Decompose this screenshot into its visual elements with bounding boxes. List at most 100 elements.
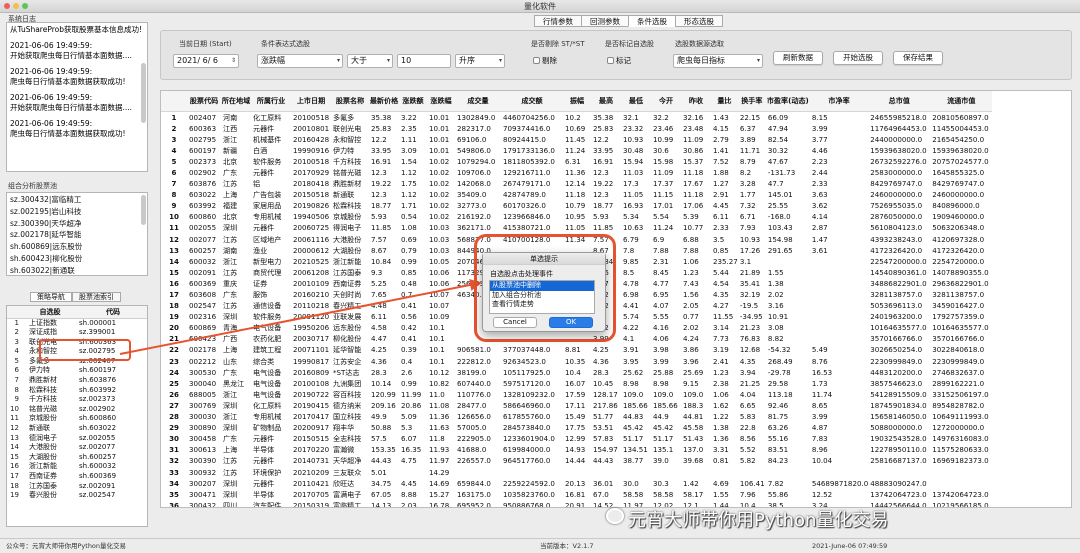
watchlist-row[interactable]: 12 新通联 sh.603022 [7,424,147,434]
table-row[interactable]: 6 002902 广东 元器件 20170929 铭普光磁 12.3 1.12 10.02 109… [161,167,992,178]
watchlist-row[interactable]: 3 联创光电 sh.600363 [7,338,147,348]
cancel-button[interactable]: Cancel [493,317,537,328]
table-cell: 11455004453.0 [932,123,989,133]
table-row[interactable]: 28 300030 浙江 专用机械 20170417 国立科技 49.9 5.09 11.36 1… [161,411,992,422]
group-pool-item[interactable]: sz.300432|富临精工 [10,194,144,206]
watchlist-row[interactable]: 18 江苏国泰 sz.002091 [7,482,147,492]
mark-favorites-checkbox[interactable]: 标记 [607,55,631,66]
watchlist-row[interactable]: 4 永和智控 sz.002795 [7,347,147,357]
table-row[interactable]: 30 300458 广东 元器件 20150515 全志科技 57.5 6.07 11.8 222… [161,433,992,444]
table-row[interactable]: 24 300530 广东 电气设备 20160809 *ST达志 28.3 2.6 10.12 3… [161,367,992,378]
refresh-data-button[interactable]: 刷新数据 [773,51,823,65]
sort-order-select[interactable]: 升序 ▾ [455,54,505,68]
start-date-picker[interactable]: 2021/ 6/ 6 ⇕ [173,54,239,68]
watchlist-row[interactable]: 14 大港股份 sz.002077 [7,443,147,453]
tab-pattern-select[interactable]: 形态选股 [675,15,723,27]
dialog-option[interactable]: 从股票池中删除 [490,281,594,291]
table-cell: 10.01 [429,134,450,144]
table-cell: 区域地产 [253,234,282,244]
table-row[interactable]: 26 688005 浙江 电气设备 20190722 容百科技 120.99 11.99 11.… [161,389,992,400]
row-number: 26 [169,389,179,399]
table-row[interactable]: 9 603992 福建 家居用品 20190826 松霖科技 18.77 1.71 10.02 3… [161,200,992,211]
table-cell: 1.08 [401,223,417,233]
group-pool-list[interactable]: sz.300432|富临精工 sz.002195|岩山科技 sz.300390|天华… [6,192,148,276]
group-pool-item[interactable]: sh.600423|柳化股份 [10,253,144,265]
watchlist-row[interactable]: 13 德润电子 sz.002055 [7,434,147,444]
tab-stock-pool-index[interactable]: 股票池索引 [72,292,121,302]
table-row[interactable]: 10 600860 北京 专用机械 19940506 京城股份 5.93 0.54 10.02 2… [161,211,992,222]
start-selection-button[interactable]: 开始选股 [833,51,883,65]
zoom-window-icon[interactable] [22,3,28,9]
table-row[interactable]: 7 603876 江苏 铝 20180418 鼎胜新材 19.22 1.75 10.02 1420… [161,178,992,189]
tab-quote-params[interactable]: 行情参数 [534,15,582,27]
watchlist-row[interactable]: 8 松霖科技 sh.603992 [7,386,147,396]
system-log[interactable]: 从TuShareProb获取股票基本信息成功! 2021-06-06 19:49:… [6,22,148,172]
table-cell: 21.89 [739,267,761,277]
table-cell: 0.42 [401,323,417,333]
watchlist-row[interactable]: 9 千方科技 sz.002373 [7,395,147,405]
table-row[interactable]: 25 300040 黑龙江 电气设备 20100108 九洲集团 10.14 0.99 10.8… [161,378,992,389]
group-scrollbar[interactable] [141,195,146,225]
save-results-button[interactable]: 保存结果 [893,51,943,65]
table-cell: 3.77 [811,134,828,144]
ok-button[interactable]: OK [549,317,593,328]
st-exclude-checkbox[interactable]: 剔除 [533,55,557,66]
watchlist-row[interactable]: 15 大湖股份 sh.600257 [7,453,147,463]
watchlist-row[interactable]: 6 伊力特 sh.600197 [7,366,147,376]
table-row[interactable]: 22 002178 上海 建筑工程 20071101 延华智能 4.25 0.39 10.1 90… [161,344,992,355]
group-pool-item[interactable]: sz.002178|延华智能 [10,229,144,241]
table-row[interactable]: 23 002212 山东 综合类 19990817 江苏安企 4.36 0.4 10.1 2228… [161,356,992,367]
table-cell: 57.5 [371,434,387,444]
table-row[interactable]: 2 600363 江西 元器件 20010801 联创光电 25.83 2.35 10.01 28… [161,123,992,134]
table-cell: 20010109 [293,278,330,288]
dialog-option[interactable]: 加入组合分析池 [490,291,594,301]
dialog-options-list[interactable]: 从股票池中删除 加入组合分析池 查看行情走势 [489,280,595,314]
tab-condition-select[interactable]: 条件选股 [628,15,676,27]
minimize-window-icon[interactable] [13,3,19,9]
watchlist-code: sz.002091 [79,481,116,490]
table-cell: 浙江 [223,412,238,422]
table-row[interactable]: 29 300890 深圳 矿物制品 20200917 翔丰华 50.88 5.3 11.63 57… [161,422,992,433]
table-cell: 深圳 [223,478,238,488]
watchlist-row[interactable]: 2 深证成指 sz.399001 [7,328,147,338]
watchlist-row[interactable]: 11 京城股份 sh.600860 [7,414,147,424]
table-cell: 新型电力 [253,256,282,266]
data-source-select[interactable]: 爬虫每日指标 ▾ [673,54,763,68]
group-pool-item[interactable]: sz.002195|岩山科技 [10,206,144,218]
group-pool-item[interactable]: sh.603022|新通联 [10,265,144,275]
dialog-option[interactable]: 查看行情走势 [490,300,594,310]
table-cell: 3.98 [653,345,669,355]
watchlist-row[interactable]: 10 铭普光磁 sz.002902 [7,405,147,415]
watchlist-row[interactable]: 5 多氟多 sz.002407 [7,357,147,367]
table-row[interactable]: 1 002407 河南 化工原料 20100518 多氟多 35.38 3.22 10.01 13… [161,111,992,123]
window-controls[interactable] [4,3,28,9]
close-window-icon[interactable] [4,3,10,9]
table-row[interactable]: 31 300613 上海 半导体 20170220 富瀚微 153.35 16.35 11.93… [161,444,992,455]
watchlist-row[interactable]: 17 西南证券 sh.600369 [7,472,147,482]
group-pool-item[interactable]: sh.600869|远东股份 [10,241,144,253]
table-cell: 16.81 [565,489,586,499]
watchlist-row[interactable]: 1 上证指数 sh.000001 [7,318,147,328]
table-row[interactable]: 34 300207 深圳 元器件 20110421 欣旺达 34.75 4.45 14.69 65… [161,478,992,489]
table-cell: 江苏安企 [333,356,362,366]
condition-operator-select[interactable]: 大于 ▾ [347,54,393,68]
table-row[interactable]: 5 002373 北京 软件服务 20100518 千方科技 16.91 1.54 10.02 1… [161,156,992,167]
condition-value-input[interactable]: 10 [397,54,451,68]
table-row[interactable]: 8 603022 上海 广告包装 20150518 新通联 12.3 1.12 10.02 354… [161,189,992,200]
tab-strategy-nav[interactable]: 策略导航 [30,292,72,302]
table-row[interactable]: 3 002795 浙江 机械基件 20160428 永和智控 12.2 1.11 10.01 69… [161,134,992,145]
watchlist-row[interactable]: 7 鼎胜新材 sh.603876 [7,376,147,386]
log-scrollbar[interactable] [141,63,146,123]
group-pool-item[interactable]: sz.300390|天华超净 [10,218,144,230]
watchlist-row[interactable]: 16 浙江新能 sh.600032 [7,462,147,472]
table-row[interactable]: 4 600197 新疆 白酒 19990916 伊力特 33.95 3.09 10.01 5498… [161,145,992,156]
condition-field-select[interactable]: 涨跌幅 ▾ [257,54,343,68]
table-cell: 8.76 [811,356,828,366]
watchlist-row[interactable]: 19 春兴股份 sz.002547 [7,491,147,501]
table-row[interactable]: 33 300932 江苏 环境保护 20210209 三友联众 5.01 14.29 [161,467,992,478]
tab-backtest-params[interactable]: 回测参数 [581,15,629,27]
table-row[interactable]: 11 002055 深圳 元器件 20060725 得润电子 11.85 1.08 10.03 3… [161,222,992,233]
table-row[interactable]: 32 300390 江苏 元器件 20140731 天华超净 44.43 4.75 11.97 2… [161,455,992,466]
table-row[interactable]: 27 300769 深圳 化工原料 20190415 德方纳米 209.16 20.86 11.… [161,400,992,411]
table-row[interactable]: 35 300471 深圳 半导体 20170705 富满电子 67.05 8.88 15.27 1… [161,489,992,500]
